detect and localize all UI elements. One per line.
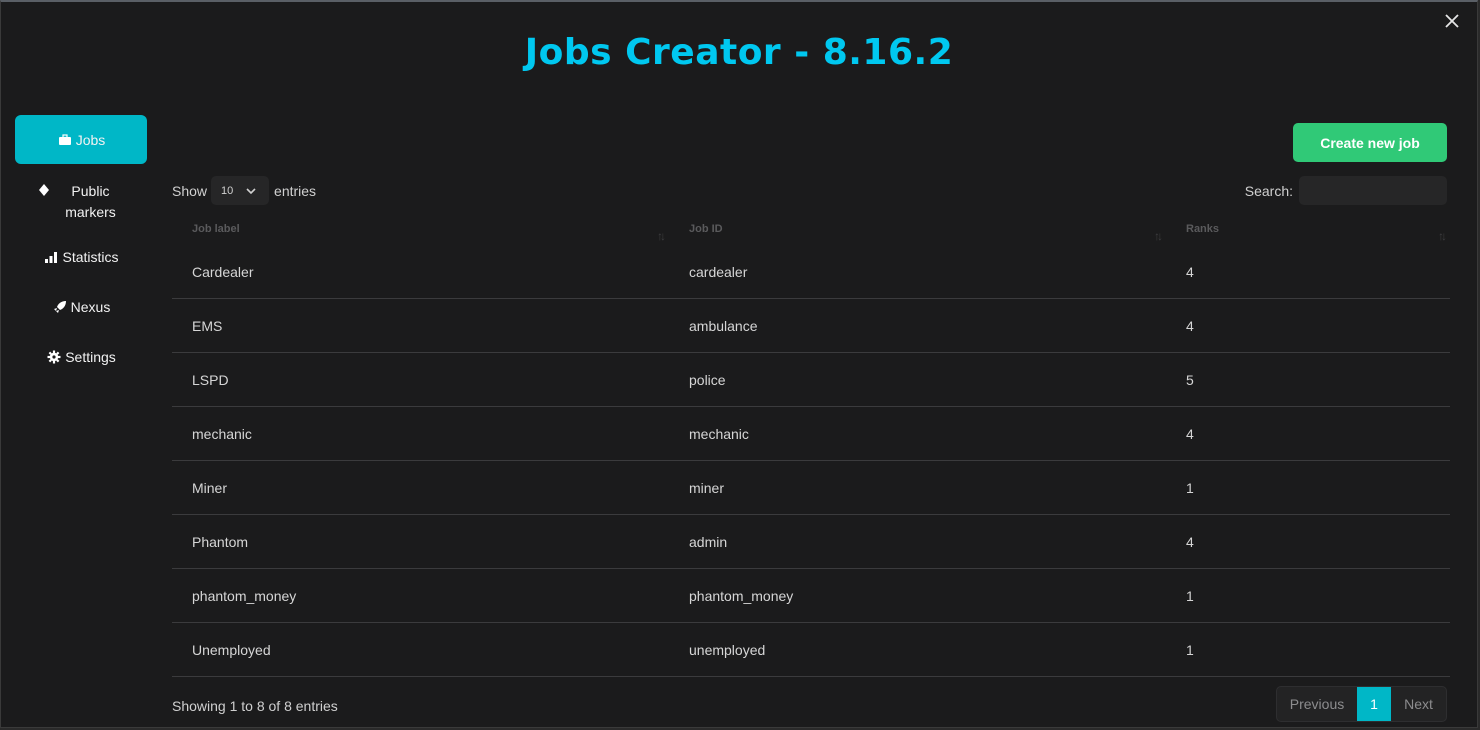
cell-job-label: mechanic: [192, 425, 252, 442]
sidebar: Jobs Public markers Statistics Nexus Set…: [15, 115, 147, 386]
column-header-ranks[interactable]: Ranks ↑↓: [1166, 223, 1450, 243]
cell-job-label: Cardealer: [192, 264, 254, 280]
briefcase-icon: [57, 133, 73, 147]
search-control: Search:: [1245, 176, 1447, 205]
cell-job-id: mechanic: [689, 425, 749, 442]
page-1-button[interactable]: 1: [1357, 687, 1391, 721]
bar-chart-icon: [43, 250, 59, 264]
table-info: Showing 1 to 8 of 8 entries: [172, 698, 338, 714]
sidebar-item-nexus[interactable]: Nexus: [15, 286, 147, 328]
entries-length-control: Show 10 entries: [172, 176, 316, 205]
table-row[interactable]: Miner miner 1: [172, 461, 1450, 515]
cell-job-label: Phantom: [192, 533, 249, 550]
table-body: Cardealer cardealer 4 EMS ambulance 4 LS…: [172, 246, 1450, 677]
cell-job-label: LSPD: [192, 371, 229, 388]
sort-icon: ↑↓: [657, 229, 666, 243]
search-input[interactable]: [1299, 176, 1447, 205]
cell-ranks: 4: [1186, 317, 1194, 334]
next-page-button[interactable]: Next: [1391, 687, 1446, 721]
sidebar-item-statistics[interactable]: Statistics: [15, 236, 147, 278]
close-icon[interactable]: [1441, 10, 1463, 32]
chevron-down-icon: [245, 185, 257, 197]
entries-select-value: 10: [221, 184, 234, 197]
cell-ranks: 1: [1186, 587, 1194, 604]
cell-job-id: unemployed: [689, 641, 766, 658]
sidebar-item-settings[interactable]: Settings: [15, 336, 147, 378]
cell-ranks: 4: [1186, 264, 1194, 280]
column-header-text: Job label: [192, 223, 240, 235]
cell-job-id: ambulance: [689, 317, 758, 334]
table-row[interactable]: mechanic mechanic 4: [172, 407, 1450, 461]
cell-job-label: phantom_money: [192, 587, 297, 604]
cell-job-id: miner: [689, 479, 725, 496]
marker-icon: [36, 182, 52, 196]
page-title: Jobs Creator - 8.16.2: [524, 32, 954, 73]
jobs-creator-window: Jobs Creator - 8.16.2 Jobs Public marker…: [0, 0, 1478, 728]
jobs-table: Job label ↑↓ Job ID ↑↓ Ranks ↑↓ Cardeale…: [172, 212, 1450, 677]
cell-ranks: 1: [1186, 479, 1194, 496]
column-header-job-id[interactable]: Job ID ↑↓: [669, 223, 1166, 243]
column-header-text: Job ID: [689, 223, 723, 235]
table-row[interactable]: EMS ambulance 4: [172, 299, 1450, 353]
sidebar-item-label: Nexus: [70, 299, 111, 315]
show-label: Show: [172, 182, 208, 199]
cell-job-label: EMS: [192, 317, 223, 334]
cell-job-id: phantom_money: [689, 587, 794, 604]
gear-icon: [46, 350, 62, 364]
table-row[interactable]: Cardealer cardealer 4: [172, 246, 1450, 299]
cell-ranks: 1: [1186, 641, 1194, 658]
search-label: Search:: [1244, 182, 1293, 199]
previous-page-button[interactable]: Previous: [1277, 687, 1357, 721]
cell-ranks: 4: [1186, 425, 1194, 442]
cell-job-id: police: [689, 371, 726, 388]
sidebar-item-label: Statistics: [62, 249, 119, 265]
sort-icon: ↑↓: [1154, 229, 1163, 243]
table-row[interactable]: Unemployed unemployed 1: [172, 623, 1450, 677]
sidebar-item-label: Jobs: [75, 131, 106, 148]
sidebar-item-label: Settings: [65, 349, 116, 365]
table-row[interactable]: LSPD police 5: [172, 353, 1450, 407]
table-row[interactable]: phantom_money phantom_money 1: [172, 569, 1450, 623]
sidebar-item-public-markers[interactable]: Public markers: [15, 176, 147, 228]
cell-job-label: Unemployed: [192, 641, 271, 658]
cell-job-label: Miner: [192, 479, 228, 496]
sidebar-item-label: Public markers: [65, 183, 116, 220]
rocket-icon: [52, 300, 68, 314]
cell-job-id: admin: [689, 533, 728, 550]
entries-label: entries: [274, 182, 317, 199]
table-row[interactable]: Phantom admin 4: [172, 515, 1450, 569]
cell-ranks: 5: [1186, 371, 1194, 388]
cell-job-id: cardealer: [689, 264, 748, 280]
column-header-job-label[interactable]: Job label ↑↓: [172, 223, 669, 243]
table-header: Job label ↑↓ Job ID ↑↓ Ranks ↑↓: [172, 212, 1450, 246]
sidebar-item-jobs[interactable]: Jobs: [15, 115, 147, 164]
pagination: Previous 1 Next: [1276, 686, 1447, 722]
create-new-job-button[interactable]: Create new job: [1293, 123, 1447, 162]
cell-ranks: 4: [1186, 533, 1194, 550]
sort-icon: ↑↓: [1438, 229, 1447, 243]
column-header-text: Ranks: [1186, 223, 1220, 235]
entries-select[interactable]: 10: [211, 176, 270, 205]
